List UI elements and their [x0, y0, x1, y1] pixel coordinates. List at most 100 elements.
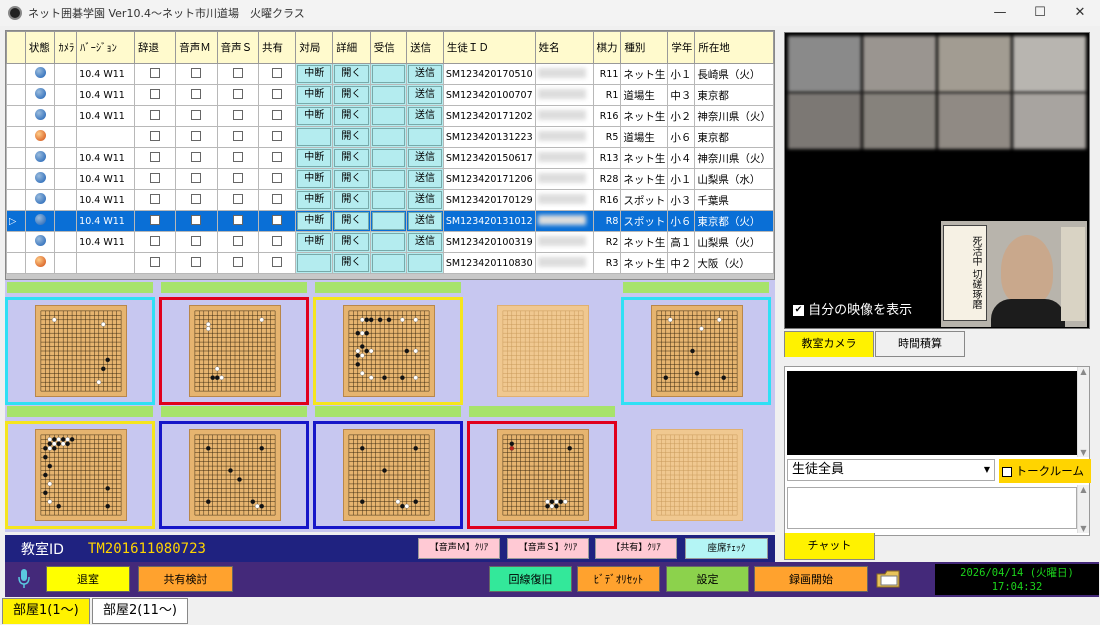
close-button[interactable]: ✕	[1060, 0, 1100, 26]
send-button[interactable]: 送信	[408, 86, 442, 104]
detail-open-button[interactable]: 開く	[334, 65, 369, 83]
checkbox-icon[interactable]	[1002, 466, 1012, 477]
clear-voice-m-button[interactable]: 【音声Ｍ】ｸﾘｱ	[418, 538, 500, 559]
chevron-down-icon[interactable]: ▼	[984, 460, 990, 480]
voice-m-checkbox[interactable]	[191, 67, 202, 78]
maximize-button[interactable]: ☐	[1020, 0, 1060, 26]
voice-s-checkbox[interactable]	[232, 67, 243, 78]
table-row[interactable]: 10.4 W11 中断 開く 送信 SM123420100707 R1 道場生 中３ 東京都	[6, 84, 774, 106]
send-button[interactable]: 送信	[408, 170, 442, 188]
reconnect-button[interactable]: 回線復旧	[489, 566, 572, 592]
board-tile[interactable]	[159, 282, 309, 405]
send-button[interactable]: 送信	[408, 191, 442, 209]
detail-open-button[interactable]: 開く	[334, 86, 369, 104]
share-checkbox[interactable]	[272, 109, 283, 120]
chat-log-scrollbar[interactable]: ▲ ▼	[1077, 367, 1089, 457]
voice-s-checkbox[interactable]	[232, 256, 243, 267]
receive-button[interactable]	[371, 107, 406, 125]
column-header[interactable]: 対局	[295, 31, 334, 64]
game-interrupt-button[interactable]: 中断	[297, 149, 332, 167]
voice-s-checkbox[interactable]	[232, 214, 243, 225]
column-header[interactable]: ｶﾒﾗ	[54, 31, 78, 64]
decline-checkbox[interactable]	[150, 130, 161, 141]
detail-open-button[interactable]: 開く	[334, 212, 369, 230]
scroll-down-icon[interactable]: ▼	[1078, 524, 1089, 533]
table-row[interactable]: 10.4 W11 中断 開く 送信 SM123420170510 R11 ネット生 小１ 長崎県…	[6, 63, 774, 85]
column-header[interactable]: 辞退	[133, 31, 177, 64]
send-button[interactable]	[408, 128, 442, 146]
video-reset-button[interactable]: ﾋﾞﾃﾞｵﾘｾｯﾄ	[577, 566, 660, 592]
receive-button[interactable]	[371, 128, 406, 146]
decline-checkbox[interactable]	[150, 172, 161, 183]
go-board[interactable]	[343, 305, 435, 397]
detail-open-button[interactable]: 開く	[334, 107, 369, 125]
receive-button[interactable]	[371, 65, 406, 83]
share-checkbox[interactable]	[272, 172, 283, 183]
scroll-up-icon[interactable]: ▲	[1078, 485, 1089, 494]
table-row[interactable]: 10.4 W11 中断 開く 送信 SM123420171206 R28 ネット生 小１ 山梨県…	[6, 168, 774, 190]
decline-checkbox[interactable]	[150, 256, 161, 267]
detail-open-button[interactable]: 開く	[334, 128, 369, 146]
game-interrupt-button[interactable]: 中断	[297, 170, 332, 188]
voice-s-checkbox[interactable]	[232, 235, 243, 246]
shared-review-button[interactable]: 共有検討	[138, 566, 233, 592]
share-checkbox[interactable]	[272, 235, 283, 246]
folder-icon[interactable]	[875, 567, 903, 591]
go-board[interactable]	[35, 429, 127, 521]
column-header[interactable]: 送信	[406, 31, 444, 64]
game-interrupt-button[interactable]: 中断	[297, 65, 332, 83]
table-row[interactable]: ▷ 10.4 W11 中断 開く 送信 SM123420131012 R8 スポット 小６ 東京都…	[6, 210, 774, 232]
go-board[interactable]	[651, 305, 743, 397]
board-tile[interactable]	[467, 406, 617, 529]
voice-s-checkbox[interactable]	[232, 130, 243, 141]
decline-checkbox[interactable]	[150, 109, 161, 120]
microphone-icon[interactable]	[17, 568, 31, 590]
chat-input[interactable]	[787, 487, 1077, 529]
voice-m-checkbox[interactable]	[191, 172, 202, 183]
send-button[interactable]: 送信	[408, 65, 442, 83]
column-header[interactable]: 所在地	[694, 31, 774, 64]
table-row[interactable]: 開く SM123420131223 R5 道場生 小６ 東京都	[6, 126, 774, 148]
column-header[interactable]: 共有	[257, 31, 297, 64]
tab-room1[interactable]: 部屋1(1～)	[2, 598, 90, 624]
voice-m-checkbox[interactable]	[191, 193, 202, 204]
tab-room2[interactable]: 部屋2(11～)	[92, 598, 188, 624]
column-header[interactable]: 姓名	[534, 31, 594, 64]
voice-s-checkbox[interactable]	[232, 193, 243, 204]
receive-button[interactable]	[371, 191, 406, 209]
receive-button[interactable]	[371, 86, 406, 104]
seat-check-button[interactable]: 座席ﾁｪｯｸ	[685, 538, 768, 559]
receive-button[interactable]	[371, 212, 406, 230]
scroll-down-icon[interactable]: ▼	[1078, 448, 1089, 457]
share-checkbox[interactable]	[272, 130, 283, 141]
board-tile[interactable]	[313, 282, 463, 405]
voice-m-checkbox[interactable]	[191, 151, 202, 162]
go-board[interactable]	[497, 305, 589, 397]
column-header[interactable]: 詳細	[332, 31, 371, 64]
table-row[interactable]: 開く SM123420110830 R3 ネット生 中２ 大阪（火）	[6, 252, 774, 274]
game-interrupt-button[interactable]: 中断	[297, 107, 332, 125]
show-self-checkbox[interactable]: ✔ 自分の映像を表示	[793, 299, 912, 318]
game-interrupt-button[interactable]: 中断	[297, 191, 332, 209]
share-checkbox[interactable]	[272, 193, 283, 204]
voice-s-checkbox[interactable]	[232, 151, 243, 162]
exit-room-button[interactable]: 退室	[46, 566, 130, 592]
column-header[interactable]: 音声Ｓ	[216, 31, 259, 64]
column-header[interactable]: ﾊﾞｰｼﾞｮﾝ	[76, 31, 135, 64]
receive-button[interactable]	[371, 170, 406, 188]
chat-input-scrollbar[interactable]: ▲ ▼	[1077, 485, 1089, 533]
recipient-select[interactable]: 生徒全員 ▼	[787, 459, 995, 481]
game-interrupt-button[interactable]: 中断	[297, 233, 332, 251]
detail-open-button[interactable]: 開く	[334, 149, 369, 167]
receive-button[interactable]	[371, 149, 406, 167]
board-tile[interactable]	[159, 406, 309, 529]
decline-checkbox[interactable]	[150, 193, 161, 204]
minimize-button[interactable]: —	[980, 0, 1020, 26]
column-header[interactable]	[6, 31, 26, 64]
voice-m-checkbox[interactable]	[191, 109, 202, 120]
detail-open-button[interactable]: 開く	[334, 170, 369, 188]
game-interrupt-button[interactable]: 中断	[297, 86, 332, 104]
voice-m-checkbox[interactable]	[191, 235, 202, 246]
voice-m-checkbox[interactable]	[191, 256, 202, 267]
voice-m-checkbox[interactable]	[191, 214, 202, 225]
